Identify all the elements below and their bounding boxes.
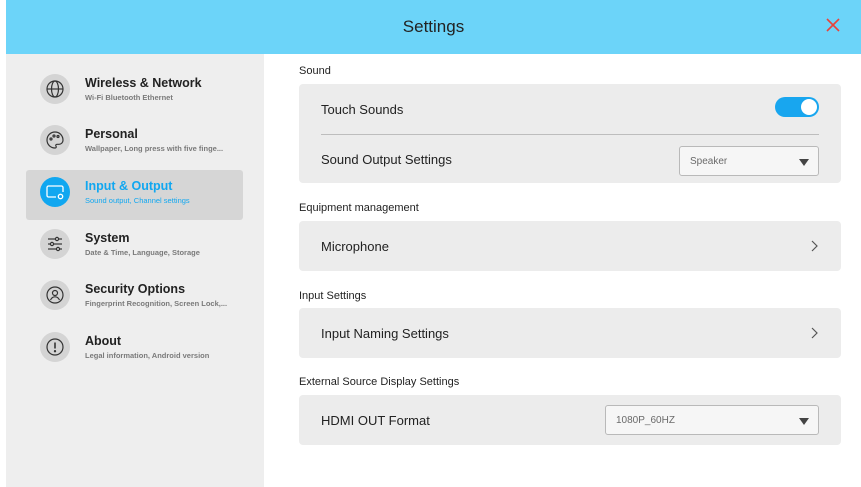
sidebar-item-label: System [85, 231, 130, 245]
sidebar: Wireless & Network Wi-Fi Bluetooth Ether… [6, 54, 264, 487]
sliders-icon [48, 236, 62, 252]
sidebar-item-label: Personal [85, 127, 138, 141]
chevron-right-icon [811, 327, 818, 339]
section-title-sound: Sound [299, 65, 331, 77]
sound-output-select[interactable]: Speaker [679, 146, 819, 176]
sidebar-item-subtitle: Wi-Fi Bluetooth Ethernet [85, 93, 173, 102]
sound-card: Touch Sounds Sound Output Settings Speak… [299, 84, 841, 183]
microphone-row[interactable]: Microphone [299, 221, 841, 271]
sidebar-item-system[interactable]: System Date & Time, Language, Storage [26, 222, 243, 272]
sidebar-item-subtitle: Date & Time, Language, Storage [85, 248, 200, 257]
toggle-knob [801, 99, 817, 115]
sidebar-item-label: About [85, 334, 122, 348]
sidebar-item-wireless-network[interactable]: Wireless & Network Wi-Fi Bluetooth Ether… [26, 67, 243, 117]
hdmi-out-format-label: HDMI OUT Format [321, 413, 430, 428]
user-shield-icon [46, 286, 64, 304]
input-naming-label: Input Naming Settings [321, 326, 449, 341]
sidebar-item-about[interactable]: About Legal information, Android version [26, 325, 243, 375]
input-naming-row[interactable]: Input Naming Settings [299, 308, 841, 358]
globe-icon [46, 80, 64, 98]
dropdown-arrow-icon [799, 418, 809, 425]
sidebar-item-subtitle: Sound output, Channel settings [85, 196, 190, 205]
sound-output-value: Speaker [690, 156, 728, 167]
section-title-input: Input Settings [299, 290, 367, 302]
microphone-label: Microphone [321, 239, 389, 254]
section-title-equipment: Equipment management [299, 202, 419, 214]
sidebar-item-subtitle: Wallpaper, Long press with five finge... [85, 144, 224, 153]
section-title-external: External Source Display Settings [299, 376, 460, 388]
info-icon [46, 338, 64, 356]
window-title: Settings [402, 17, 465, 36]
touch-sounds-label: Touch Sounds [321, 102, 404, 117]
sidebar-item-security-options[interactable]: Security Options Fingerprint Recognition… [26, 273, 243, 323]
sidebar-item-label: Security Options [85, 282, 186, 296]
close-icon [826, 18, 840, 32]
sidebar-item-label: Input & Output [85, 179, 173, 193]
sidebar-item-subtitle: Legal information, Android version [85, 351, 210, 360]
sidebar-item-input-output[interactable]: Input & Output Sound output, Channel set… [26, 170, 243, 220]
sidebar-item-personal[interactable]: Personal Wallpaper, Long press with five… [26, 118, 243, 168]
divider [321, 134, 819, 135]
dropdown-arrow-icon [799, 159, 809, 166]
sidebar-item-subtitle: Fingerprint Recognition, Screen Lock,... [85, 299, 228, 308]
hdmi-out-format-value: 1080P_60HZ [616, 415, 675, 426]
chevron-right-icon [811, 240, 818, 252]
palette-icon [46, 131, 64, 149]
sound-output-settings-label: Sound Output Settings [321, 152, 452, 167]
hdmi-card: HDMI OUT Format 1080P_60HZ [299, 395, 841, 445]
touch-sounds-toggle[interactable] [775, 97, 819, 117]
monitor-gear-icon [46, 185, 64, 200]
sidebar-item-label: Wireless & Network [85, 76, 202, 90]
close-button[interactable] [823, 15, 843, 35]
title-bar: Settings [6, 0, 861, 54]
hdmi-out-format-select[interactable]: 1080P_60HZ [605, 405, 819, 435]
